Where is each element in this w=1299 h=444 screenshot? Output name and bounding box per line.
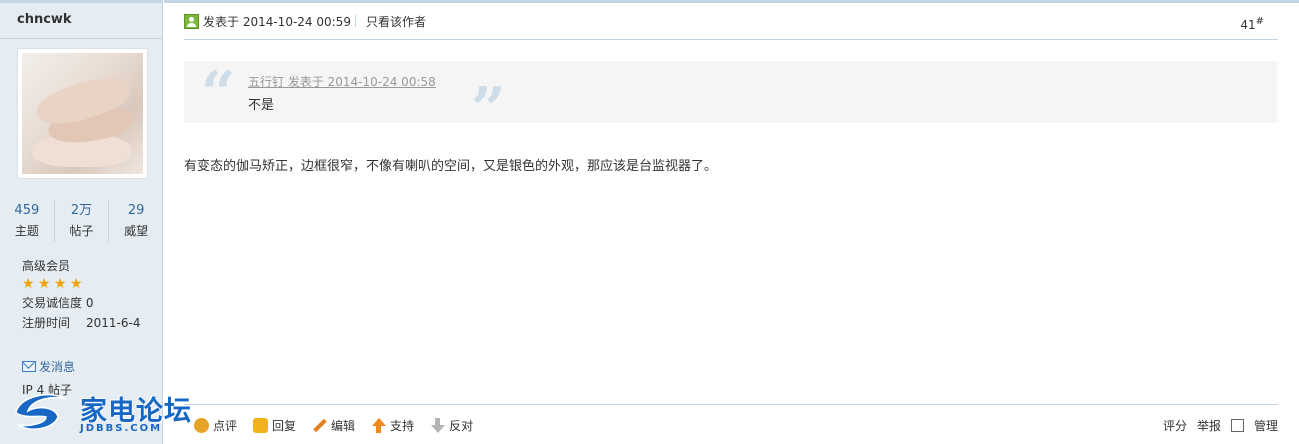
floor-value: 41: [1240, 18, 1256, 32]
post-main: 发表于 2014-10-24 00:59 只看该作者 41# “ 五行钉 发表于…: [164, 0, 1299, 444]
post-actions-bar: 点评 回复 编辑 支持 反对 评分 举报 管理: [184, 404, 1278, 444]
reply-icon: [253, 418, 269, 433]
arrow-up-icon: [371, 418, 387, 433]
star-icon: ★: [38, 276, 51, 292]
logo-subtext: JDBBS.COM: [80, 423, 163, 434]
trust-score: 交易诚信度 0: [22, 296, 94, 310]
avatar[interactable]: [17, 48, 148, 179]
author-sidebar: chncwk 459 主题 2万 帖子 29 威望 高级会员 ★ ★ ★ ★ 交: [0, 0, 163, 444]
rate-link[interactable]: 评分: [1163, 417, 1187, 434]
stat-prestige-label: 威望: [124, 224, 149, 238]
close-quote-icon: ”: [471, 75, 506, 145]
comment-icon: [194, 418, 209, 433]
star-icon: ★: [22, 276, 35, 292]
open-quote-icon: “: [201, 59, 236, 129]
logo-swirl-icon: [15, 393, 67, 430]
post-body: 有变态的伽马矫正，边框很窄，不像有喇叭的空间，又是银色的外观，那应该是台监视器了…: [184, 159, 718, 174]
rank-stars: ★ ★ ★ ★: [22, 277, 162, 291]
register-date: 2011-6-4: [86, 316, 141, 330]
send-message-label: 发消息: [39, 360, 76, 374]
post-header: 发表于 2014-10-24 00:59 只看该作者 41#: [184, 3, 1278, 40]
oppose-label: 反对: [449, 419, 474, 433]
stat-posts[interactable]: 2万 帖子: [55, 200, 110, 242]
arrow-down-icon: [430, 418, 446, 433]
author-header: chncwk: [0, 0, 162, 39]
author-info: 高级会员 ★ ★ ★ ★ 交易诚信度 0 注册时间 2011-6-4: [22, 256, 162, 333]
floor-number[interactable]: 41#: [1240, 16, 1264, 32]
manage-label: 管理: [1253, 419, 1278, 433]
stat-threads-value: 459: [14, 203, 40, 218]
stat-threads[interactable]: 459 主题: [0, 200, 55, 242]
only-author-link[interactable]: 只看该作者: [366, 13, 426, 30]
star-icon: ★: [70, 276, 83, 292]
reply-button[interactable]: 回复: [253, 417, 296, 434]
user-group[interactable]: 高级会员: [22, 256, 162, 276]
post-actions: 点评 回复 编辑 支持 反对: [194, 417, 473, 434]
author-username[interactable]: chncwk: [17, 12, 72, 27]
post-timestamp: 发表于 2014-10-24 00:59: [203, 15, 351, 29]
author-stats: 459 主题 2万 帖子 29 威望: [0, 200, 163, 242]
divider: [355, 15, 356, 27]
avatar-image: [22, 53, 143, 174]
edit-label: 编辑: [331, 419, 356, 433]
stat-prestige-value: 29: [127, 203, 145, 218]
floor-mark: #: [1255, 16, 1264, 27]
edit-button[interactable]: 编辑: [312, 417, 355, 434]
report-link[interactable]: 举报: [1197, 417, 1221, 434]
reply-label: 回复: [272, 419, 297, 433]
review-button[interactable]: 点评: [194, 417, 237, 434]
review-label: 点评: [213, 419, 238, 433]
star-icon: ★: [54, 276, 67, 292]
manage-checkbox[interactable]: [1230, 419, 1244, 432]
register-row: 注册时间 2011-6-4: [22, 313, 162, 333]
quote-text: 不是: [248, 98, 275, 113]
quote-block: “ 五行钉 发表于 2014-10-24 00:58 不是 ”: [184, 59, 1277, 145]
register-label: 注册时间: [22, 316, 71, 330]
send-message-link[interactable]: 发消息: [22, 358, 75, 375]
stat-prestige[interactable]: 29 威望: [109, 200, 163, 242]
support-button[interactable]: 支持: [371, 417, 414, 434]
stat-posts-value: 2万: [70, 203, 93, 218]
stat-threads-label: 主题: [14, 224, 39, 238]
pencil-icon: [312, 418, 327, 433]
support-label: 支持: [390, 419, 415, 433]
oppose-button[interactable]: 反对: [430, 417, 473, 434]
online-status-icon: [184, 14, 199, 29]
post-admin-actions: 评分 举报 管理: [1163, 417, 1278, 434]
stat-posts-label: 帖子: [69, 224, 94, 238]
envelope-icon: [22, 361, 36, 372]
quote-source-link[interactable]: 五行钉 发表于 2014-10-24 00:58: [248, 73, 436, 90]
